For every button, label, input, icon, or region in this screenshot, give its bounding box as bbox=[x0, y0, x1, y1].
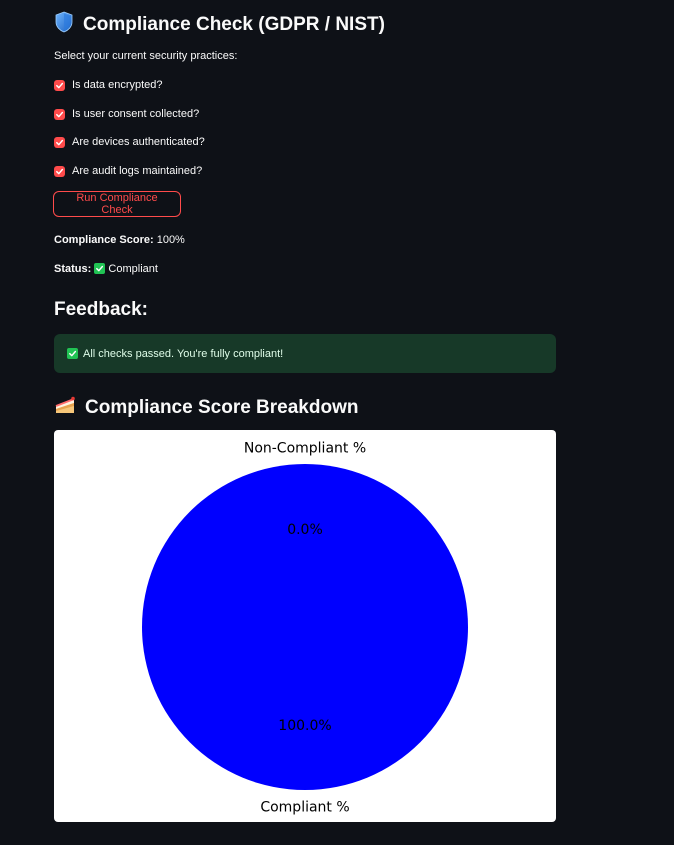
pie-slice-compliant bbox=[142, 464, 468, 790]
page-title: Compliance Check (GDPR / NIST) bbox=[54, 11, 385, 39]
checkbox-checked-icon[interactable] bbox=[54, 79, 65, 91]
checkbox-label: Is user consent collected? bbox=[72, 108, 200, 120]
status-value: Compliant bbox=[108, 263, 158, 275]
feedback-success-alert: All checks passed. You're fully complian… bbox=[54, 334, 556, 373]
status-label: Status: bbox=[54, 263, 92, 275]
checkbox-label: Are devices authenticated? bbox=[72, 136, 205, 148]
prompt-text: Select your current security practices: bbox=[54, 50, 238, 62]
score-label: Compliance Score: bbox=[54, 234, 154, 246]
pie-category-label: Compliant % bbox=[260, 799, 349, 815]
compliance-score: Compliance Score: 100% bbox=[54, 234, 185, 246]
app-root: Compliance Check (GDPR / NIST) Select yo… bbox=[0, 0, 674, 845]
checkbox-checked-icon[interactable] bbox=[54, 108, 65, 120]
breakdown-heading: Compliance Score Breakdown bbox=[54, 395, 358, 421]
checkbox-checked-icon[interactable] bbox=[54, 165, 65, 177]
feedback-message: All checks passed. You're fully complian… bbox=[83, 347, 284, 360]
checkbox-devices-authenticated[interactable]: Are devices authenticated? bbox=[54, 136, 205, 148]
checkbox-audit-logs[interactable]: Are audit logs maintained? bbox=[54, 165, 202, 177]
run-compliance-check-button[interactable]: Run Compliance Check bbox=[53, 191, 181, 217]
pie-category-label: Non-Compliant % bbox=[244, 441, 366, 457]
checkbox-data-encrypted[interactable]: Is data encrypted? bbox=[54, 79, 163, 91]
pie-chart: Compliant % 100.0% Non-Compliant % 0.0% bbox=[54, 430, 556, 822]
shield-icon bbox=[54, 11, 74, 39]
checkbox-checked-icon[interactable] bbox=[54, 136, 65, 148]
pie-chart-svg: Compliant % 100.0% Non-Compliant % 0.0% bbox=[142, 441, 468, 815]
pie-percent-label: 100.0% bbox=[278, 718, 331, 734]
score-value: 100% bbox=[156, 234, 185, 246]
page-title-text: Compliance Check (GDPR / NIST) bbox=[83, 14, 385, 35]
checkbox-label: Is data encrypted? bbox=[72, 79, 163, 91]
checkbox-label: Are audit logs maintained? bbox=[72, 165, 203, 177]
check-mark-icon bbox=[67, 348, 78, 359]
compliance-status: Status: Compliant bbox=[54, 263, 158, 275]
pie-percent-label: 0.0% bbox=[287, 522, 323, 538]
feedback-heading: Feedback: bbox=[54, 299, 148, 320]
check-mark-icon bbox=[94, 263, 106, 274]
breakdown-heading-text: Compliance Score Breakdown bbox=[85, 397, 359, 418]
cake-icon bbox=[54, 395, 76, 421]
checkbox-user-consent[interactable]: Is user consent collected? bbox=[54, 108, 199, 120]
